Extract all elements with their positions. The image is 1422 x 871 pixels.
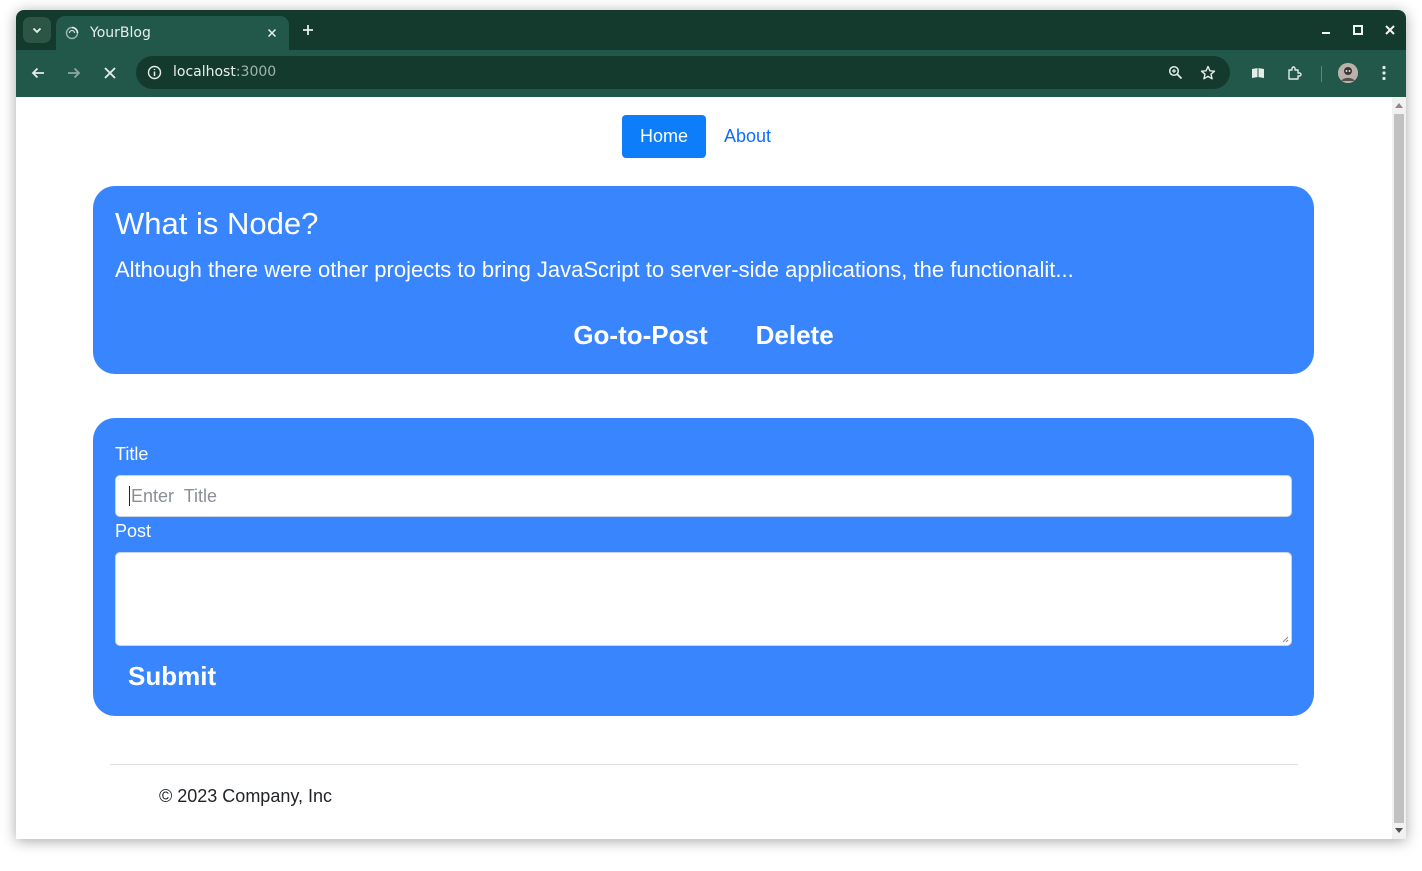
scroll-down-arrow-icon[interactable] bbox=[1395, 828, 1403, 833]
footer-divider bbox=[110, 764, 1298, 765]
back-arrow-icon[interactable] bbox=[28, 63, 48, 83]
footer-copyright: © 2023 Company, Inc bbox=[159, 786, 333, 806]
stop-loading-x-icon[interactable] bbox=[100, 63, 120, 83]
title-input[interactable]: Enter Title bbox=[115, 475, 1292, 517]
title-placeholder: Enter Title bbox=[131, 486, 218, 506]
resize-grip-icon[interactable] bbox=[1281, 635, 1289, 643]
tab-search-button[interactable] bbox=[23, 17, 51, 43]
zoom-magnifier-icon[interactable] bbox=[1167, 64, 1184, 81]
post-title: What is Node? bbox=[115, 206, 319, 241]
title-label: Title bbox=[115, 444, 149, 464]
tab-strip: YourBlog bbox=[16, 10, 1406, 50]
nav-home[interactable]: Home bbox=[622, 115, 707, 158]
tab-title: YourBlog bbox=[90, 25, 151, 41]
kebab-menu-icon[interactable] bbox=[1374, 63, 1394, 83]
page-viewport: Home About What is Node? Although there … bbox=[16, 97, 1392, 839]
post-card: What is Node? Although there were other … bbox=[93, 186, 1314, 374]
forward-arrow-icon[interactable] bbox=[64, 63, 84, 83]
chevron-down-icon bbox=[32, 27, 42, 34]
browser-toolbar: localhost:3000 bbox=[16, 50, 1406, 97]
post-excerpt: Although there were other projects to br… bbox=[115, 257, 1074, 282]
go-to-post-button[interactable]: Go-to-Post bbox=[573, 320, 707, 351]
url-text[interactable]: localhost:3000 bbox=[173, 64, 276, 80]
text-caret bbox=[129, 485, 130, 506]
extensions-puzzle-icon[interactable] bbox=[1284, 63, 1304, 83]
submit-button[interactable]: Submit bbox=[128, 661, 216, 692]
url-host: localhost bbox=[173, 64, 236, 80]
minimize-icon[interactable] bbox=[1318, 22, 1334, 38]
site-info-icon[interactable] bbox=[146, 64, 163, 81]
window-close-icon[interactable] bbox=[1382, 22, 1398, 38]
delete-button[interactable]: Delete bbox=[756, 320, 834, 351]
address-bar[interactable]: localhost:3000 bbox=[136, 56, 1230, 89]
toolbar-separator bbox=[1321, 66, 1322, 82]
maximize-icon[interactable] bbox=[1350, 22, 1366, 38]
post-textarea[interactable] bbox=[115, 552, 1292, 646]
profile-avatar[interactable] bbox=[1338, 63, 1358, 83]
nav-about[interactable]: About bbox=[706, 115, 789, 158]
tab-close-icon[interactable] bbox=[264, 25, 280, 41]
page-scrollbar[interactable] bbox=[1392, 97, 1406, 839]
scroll-thumb[interactable] bbox=[1394, 114, 1404, 823]
url-port: :3000 bbox=[235, 64, 277, 80]
browser-window: YourBlog localhost:3000 Home About What … bbox=[16, 10, 1406, 839]
post-actions: Go-to-Post Delete bbox=[93, 320, 1314, 351]
new-tab-plus-icon[interactable] bbox=[299, 21, 317, 39]
bookmark-star-icon[interactable] bbox=[1199, 64, 1216, 81]
browser-tab[interactable]: YourBlog bbox=[56, 16, 289, 50]
compose-form: Title Enter Title Post Submit bbox=[93, 418, 1314, 716]
loading-favicon-icon bbox=[65, 26, 79, 40]
post-label: Post bbox=[115, 521, 152, 541]
site-nav: Home About bbox=[622, 115, 789, 158]
scroll-up-arrow-icon[interactable] bbox=[1395, 103, 1403, 108]
reading-mode-icon[interactable] bbox=[1248, 63, 1268, 83]
